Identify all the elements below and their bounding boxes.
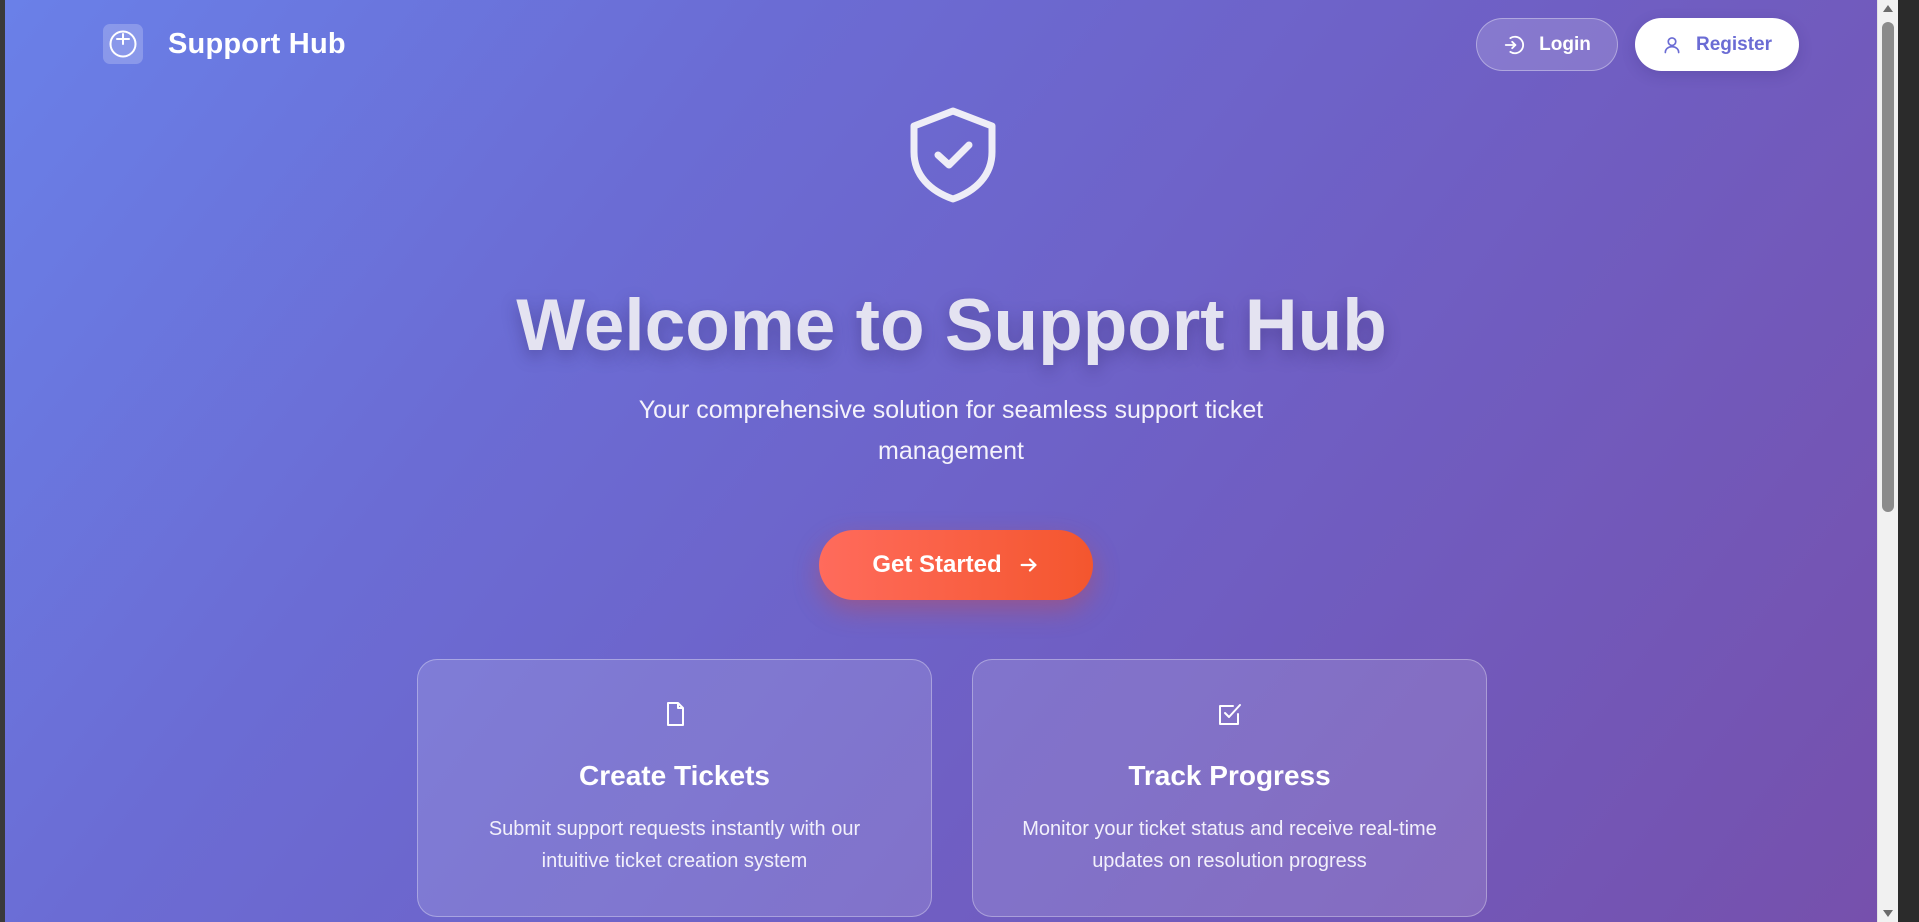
logo[interactable] bbox=[103, 24, 143, 64]
feature-title: Create Tickets bbox=[579, 760, 770, 791]
feature-title: Track Progress bbox=[1128, 760, 1331, 791]
feature-card-track-progress[interactable]: Track Progress Monitor your ticket statu… bbox=[972, 659, 1487, 917]
login-icon bbox=[1504, 35, 1525, 54]
document-icon bbox=[666, 702, 684, 726]
page-viewport: Support Hub Login Register Welcome to Su… bbox=[5, 0, 1898, 922]
checkbox-icon bbox=[1218, 704, 1241, 725]
feature-card-create-tickets[interactable]: Create Tickets Submit support requests i… bbox=[417, 659, 932, 917]
hero-title: Welcome to Support Hub bbox=[516, 285, 1387, 366]
user-icon bbox=[1664, 36, 1680, 53]
scroll-up-arrow-icon[interactable] bbox=[1883, 5, 1893, 12]
login-label: Login bbox=[1539, 33, 1591, 55]
scrollbar-thumb[interactable] bbox=[1882, 22, 1894, 512]
register-button[interactable]: Register bbox=[1635, 18, 1799, 71]
register-label: Register bbox=[1695, 33, 1773, 55]
brand-name[interactable]: Support Hub bbox=[168, 28, 346, 61]
vertical-scrollbar[interactable] bbox=[1877, 0, 1898, 922]
shield-check-icon bbox=[910, 107, 996, 203]
login-button[interactable]: Login bbox=[1476, 18, 1618, 71]
hero-subtitle: Your comprehensive solution for seamless… bbox=[638, 396, 1264, 465]
help-circle-icon bbox=[109, 30, 137, 58]
feature-description: Monitor your ticket status and receive r… bbox=[1022, 818, 1437, 872]
scroll-down-arrow-icon[interactable] bbox=[1883, 910, 1893, 917]
get-started-label: Get Started bbox=[872, 551, 1002, 578]
feature-description: Submit support requests instantly with o… bbox=[488, 818, 861, 872]
arrow-right-icon bbox=[1020, 558, 1037, 572]
get-started-button[interactable]: Get Started bbox=[819, 530, 1093, 600]
